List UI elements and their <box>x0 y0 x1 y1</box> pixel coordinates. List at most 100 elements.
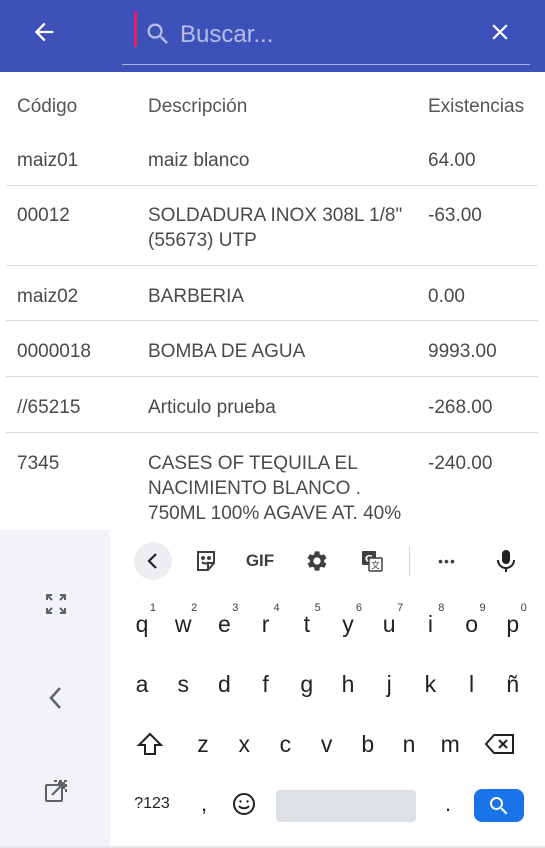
key-y[interactable]: 6y <box>330 602 366 646</box>
key-label: i <box>427 610 433 637</box>
toolbar-divider <box>409 546 410 576</box>
key-label: t <box>303 610 310 637</box>
key-m[interactable]: m <box>432 722 468 766</box>
cell-code: maiz02 <box>17 286 79 307</box>
comma-key[interactable]: , <box>186 782 222 826</box>
symbols-key[interactable]: ?123 <box>126 782 178 826</box>
table-row[interactable]: 7345 CASES OF TEQUILA EL NACIMIENTO BLAN… <box>6 433 538 530</box>
soft-keyboard: GIF G 文 ••• 1q2w3e4r5t6y7u8i9o0p asdfghj… <box>0 530 545 848</box>
key-s[interactable]: s <box>165 662 201 706</box>
key-label: r <box>261 610 270 637</box>
key-hint: 5 <box>314 602 321 614</box>
cell-stock: -240.00 <box>428 453 493 474</box>
cell-description: SOLDADURA INOX 308L 1/8" (55673) UTP <box>148 205 403 251</box>
translate-icon[interactable]: G 文 <box>355 544 389 578</box>
results-area: Código Descripción Existencias maiz01 ma… <box>0 0 545 530</box>
svg-text:文: 文 <box>371 560 380 572</box>
key-r[interactable]: 4r <box>248 602 284 646</box>
header-stock: Existencias <box>428 96 525 117</box>
cell-code: //65215 <box>17 397 81 418</box>
key-l[interactable]: l <box>454 662 490 706</box>
cell-stock: 9993.00 <box>428 341 497 362</box>
cell-code: 0000018 <box>17 341 91 362</box>
period-key[interactable]: . <box>430 782 466 826</box>
cell-description: maiz blanco <box>148 150 250 171</box>
backspace-key[interactable] <box>478 722 522 766</box>
cell-stock: 64.00 <box>428 150 476 171</box>
key-hint: 8 <box>438 602 445 614</box>
key-hint: 1 <box>149 602 156 614</box>
key-hint: 7 <box>397 602 404 614</box>
key-label: y <box>342 610 354 637</box>
key-e[interactable]: 3e <box>206 602 242 646</box>
table-row[interactable]: maiz02 BARBERIA 0.00 <box>6 266 538 321</box>
results-table: Código Descripción Existencias maiz01 ma… <box>6 74 538 530</box>
cell-code: 00012 <box>17 205 70 226</box>
cell-stock: 0.00 <box>428 286 465 307</box>
key-x[interactable]: x <box>226 722 262 766</box>
key-t[interactable]: 5t <box>289 602 325 646</box>
table-row[interactable]: maiz01 maiz blanco 64.00 <box>6 130 538 186</box>
key-d[interactable]: d <box>206 662 242 706</box>
gif-button[interactable]: GIF <box>240 544 280 578</box>
key-hint: 4 <box>273 602 280 614</box>
expand-icon[interactable] <box>38 586 74 622</box>
key-a[interactable]: a <box>124 662 160 706</box>
key-k[interactable]: k <box>412 662 448 706</box>
key-q[interactable]: 1q <box>124 602 160 646</box>
cell-code: maiz01 <box>17 150 79 171</box>
key-label: w <box>174 610 192 637</box>
key-u[interactable]: 7u <box>371 602 407 646</box>
cell-stock: -63.00 <box>428 205 482 226</box>
cell-description: BARBERIA <box>148 286 245 307</box>
key-h[interactable]: h <box>330 662 366 706</box>
microphone-icon[interactable] <box>490 544 522 578</box>
keyboard-side-panel <box>0 530 110 848</box>
table-row[interactable]: //65215 Articulo prueba -268.00 <box>6 377 538 433</box>
emoji-icon[interactable] <box>226 782 262 826</box>
chevron-left-icon[interactable] <box>38 680 74 716</box>
table-row[interactable]: 00012 SOLDADURA INOX 308L 1/8" (55673) U… <box>6 186 538 266</box>
more-button[interactable]: ••• <box>428 544 466 578</box>
key-label: p <box>506 610 520 637</box>
chevron-left-icon[interactable] <box>134 542 172 580</box>
key-n[interactable]: n <box>391 722 427 766</box>
key-p[interactable]: 0p <box>495 602 531 646</box>
cell-description: BOMBA DE AGUA <box>148 341 306 362</box>
key-label: e <box>217 610 231 637</box>
shift-key[interactable] <box>132 722 168 766</box>
key-hint: 6 <box>355 602 362 614</box>
key-w[interactable]: 2w <box>165 602 201 646</box>
key-b[interactable]: b <box>350 722 386 766</box>
sticker-icon[interactable] <box>190 544 222 578</box>
key-hint: 0 <box>520 602 527 614</box>
key-z[interactable]: z <box>185 722 221 766</box>
key-j[interactable]: j <box>371 662 407 706</box>
space-key[interactable] <box>276 790 416 822</box>
key-label: u <box>382 610 396 637</box>
header-code: Código <box>17 96 78 117</box>
key-hint: 3 <box>232 602 239 614</box>
key-c[interactable]: c <box>267 722 303 766</box>
cell-code: 7345 <box>17 453 60 474</box>
cell-description: CASES OF TEQUILA EL NACIMIENTO BLANCO . … <box>148 453 402 530</box>
key-i[interactable]: 8i <box>412 602 448 646</box>
undock-icon[interactable] <box>38 773 74 809</box>
cell-description: Articulo prueba <box>148 397 276 418</box>
search-key[interactable] <box>474 789 524 822</box>
key-hint: 2 <box>191 602 198 614</box>
key-ñ[interactable]: ñ <box>495 662 531 706</box>
keyboard-toolbar: GIF G 文 ••• <box>110 530 545 592</box>
gear-icon[interactable] <box>301 544 333 578</box>
key-label: q <box>135 610 149 637</box>
key-v[interactable]: v <box>309 722 345 766</box>
key-label: o <box>465 610 478 637</box>
cell-stock: -268.00 <box>428 397 493 418</box>
key-g[interactable]: g <box>289 662 325 706</box>
table-header: Código Descripción Existencias <box>6 74 538 130</box>
key-f[interactable]: f <box>248 662 284 706</box>
table-row[interactable]: 0000018 BOMBA DE AGUA 9993.00 <box>6 321 538 377</box>
keyboard-keys: GIF G 文 ••• 1q2w3e4r5t6y7u8i9o0p asdfghj… <box>110 530 545 848</box>
key-o[interactable]: 9o <box>454 602 490 646</box>
header-description: Descripción <box>148 96 248 117</box>
